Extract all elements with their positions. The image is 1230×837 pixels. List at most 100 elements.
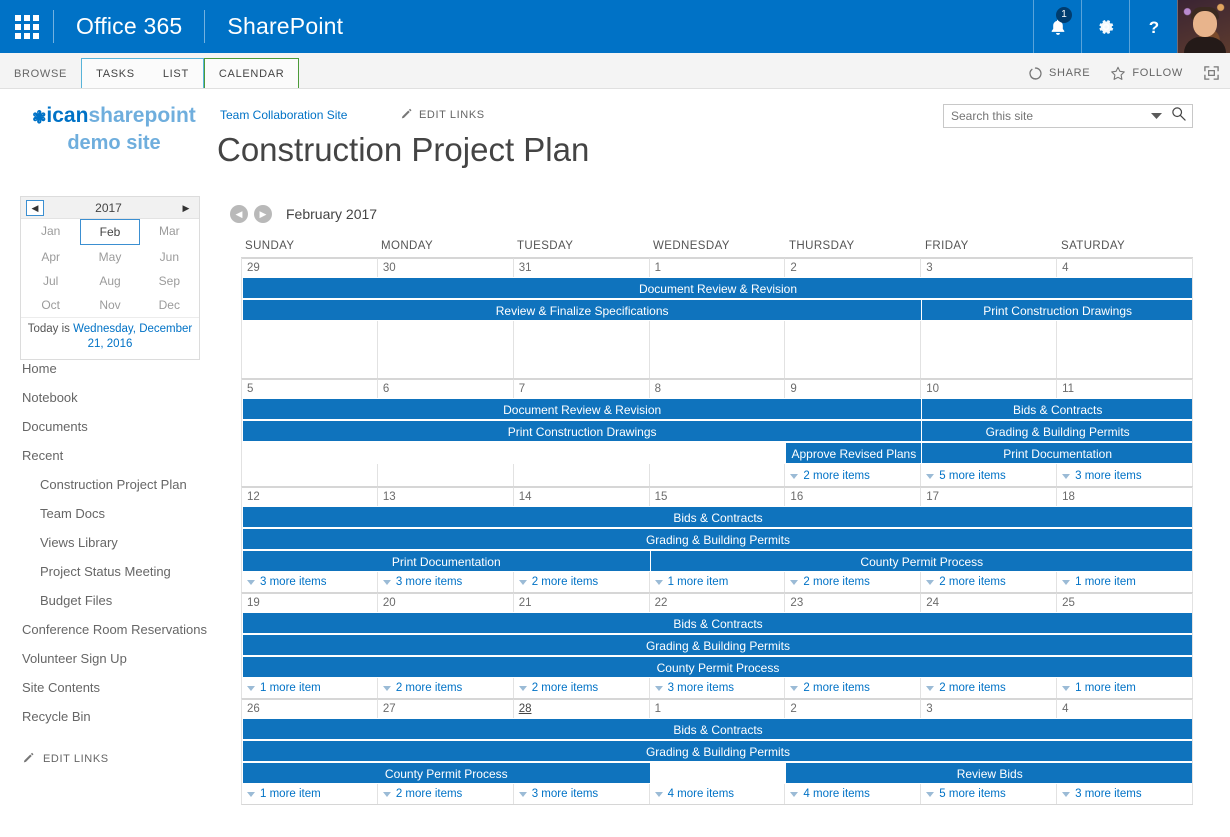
more-items-link[interactable]: 1 more item bbox=[1057, 572, 1193, 592]
ribbon-tab-browse[interactable]: BROWSE bbox=[0, 60, 81, 88]
more-items-link[interactable]: 3 more items bbox=[1057, 466, 1193, 486]
datepicker-month-dec[interactable]: Dec bbox=[140, 293, 199, 317]
sidebar-item-construction-project-plan[interactable]: Construction Project Plan bbox=[22, 471, 212, 500]
focus-on-content-button[interactable] bbox=[1193, 58, 1230, 88]
day-number-cell[interactable]: 18 bbox=[1057, 487, 1193, 506]
calendar-event-bar[interactable]: Bids & Contracts bbox=[243, 507, 1193, 527]
ribbon-tab-list[interactable]: LIST bbox=[149, 60, 203, 88]
calendar-empty-cell[interactable] bbox=[514, 321, 650, 358]
day-number-cell[interactable]: 14 bbox=[513, 487, 650, 506]
calendar-event-bar[interactable]: Review & Finalize Specifications bbox=[243, 300, 922, 320]
datepicker-month-aug[interactable]: Aug bbox=[80, 269, 139, 293]
datepicker-month-may[interactable]: May bbox=[80, 245, 139, 269]
office365-brand[interactable]: Office 365 bbox=[54, 0, 204, 53]
more-items-link[interactable]: 2 more items bbox=[921, 572, 1058, 592]
datepicker-month-jan[interactable]: Jan bbox=[21, 219, 80, 245]
sidebar-item-views-library[interactable]: Views Library bbox=[22, 529, 212, 558]
today-date-link[interactable]: Wednesday, December 21, 2016 bbox=[73, 323, 192, 350]
search-icon[interactable] bbox=[1169, 106, 1192, 126]
day-number-cell[interactable]: 1 bbox=[649, 258, 786, 277]
calendar-prev-month-button[interactable]: ◀ bbox=[230, 205, 248, 223]
sidebar-item-volunteer-sign-up[interactable]: Volunteer Sign Up bbox=[22, 645, 212, 674]
day-number-cell[interactable]: 3 bbox=[921, 258, 1058, 277]
day-number-cell[interactable]: 19 bbox=[242, 593, 378, 612]
more-items-link[interactable]: 2 more items bbox=[785, 572, 922, 592]
more-items-link[interactable]: 2 more items bbox=[514, 678, 650, 698]
day-number-cell[interactable]: 7 bbox=[513, 379, 650, 398]
day-number-cell[interactable]: 4 bbox=[1057, 699, 1193, 718]
day-number-cell[interactable]: 5 bbox=[242, 379, 378, 398]
sidebar-item-notebook[interactable]: Notebook bbox=[22, 384, 212, 413]
calendar-next-month-button[interactable]: ▶ bbox=[254, 205, 272, 223]
sidebar-item-home[interactable]: Home bbox=[22, 355, 212, 384]
datepicker-month-oct[interactable]: Oct bbox=[21, 293, 80, 317]
day-number-cell[interactable]: 16 bbox=[785, 487, 922, 506]
datepicker-month-nov[interactable]: Nov bbox=[80, 293, 139, 317]
calendar-event-bar[interactable]: Bids & Contracts bbox=[243, 719, 1193, 739]
calendar-event-bar[interactable]: Print Documentation bbox=[922, 443, 1193, 463]
day-number-cell[interactable]: 17 bbox=[921, 487, 1058, 506]
day-number-cell[interactable]: 22 bbox=[649, 593, 786, 612]
datepicker-month-sep[interactable]: Sep bbox=[140, 269, 199, 293]
more-items-link[interactable]: 1 more item bbox=[242, 784, 378, 804]
search-box[interactable] bbox=[943, 104, 1193, 128]
settings-button[interactable] bbox=[1081, 0, 1129, 53]
day-number-cell[interactable]: 26 bbox=[242, 699, 378, 718]
calendar-event-bar[interactable]: Document Review & Revision bbox=[243, 278, 1193, 298]
day-number-cell[interactable]: 15 bbox=[649, 487, 786, 506]
more-items-link[interactable]: 2 more items bbox=[378, 784, 514, 804]
day-number-cell[interactable]: 25 bbox=[1057, 593, 1193, 612]
calendar-event-bar[interactable]: Approve Revised Plans bbox=[786, 443, 922, 463]
datepicker-month-mar[interactable]: Mar bbox=[140, 219, 199, 245]
sidebar-item-project-status-meeting[interactable]: Project Status Meeting bbox=[22, 558, 212, 587]
calendar-event-bar[interactable]: Bids & Contracts bbox=[922, 399, 1193, 419]
day-number-cell[interactable]: 27 bbox=[377, 699, 514, 718]
more-items-link[interactable]: 2 more items bbox=[514, 572, 650, 592]
search-input[interactable] bbox=[944, 105, 1144, 127]
site-logo[interactable]: ❃icansharepoint demo site bbox=[14, 104, 214, 156]
sharepoint-app-name[interactable]: SharePoint bbox=[205, 0, 365, 53]
sidebar-item-recent[interactable]: Recent bbox=[22, 442, 212, 471]
day-number-cell[interactable]: 6 bbox=[377, 379, 514, 398]
app-launcher-icon[interactable] bbox=[0, 0, 53, 53]
more-items-link[interactable]: 4 more items bbox=[650, 784, 786, 804]
breadcrumb[interactable]: Team Collaboration Site bbox=[220, 108, 347, 122]
day-number-cell[interactable]: 2 bbox=[785, 699, 922, 718]
calendar-empty-cell[interactable] bbox=[650, 321, 786, 358]
calendar-event-bar[interactable]: Print Construction Drawings bbox=[922, 300, 1193, 320]
sidebar-item-budget-files[interactable]: Budget Files bbox=[22, 587, 212, 616]
sidebar-item-recycle-bin[interactable]: Recycle Bin bbox=[22, 703, 212, 732]
day-number-cell[interactable]: 13 bbox=[377, 487, 514, 506]
day-number-cell[interactable]: 21 bbox=[513, 593, 650, 612]
sidebar-item-conference-room-reservations[interactable]: Conference Room Reservations bbox=[22, 616, 212, 645]
calendar-event-bar[interactable]: County Permit Process bbox=[650, 551, 1193, 571]
calendar-event-bar[interactable]: Bids & Contracts bbox=[243, 613, 1193, 633]
calendar-event-bar[interactable]: Grading & Building Permits bbox=[243, 529, 1193, 549]
day-number-cell[interactable]: 3 bbox=[921, 699, 1058, 718]
calendar-event-bar[interactable]: Print Documentation bbox=[243, 551, 650, 571]
datepicker-month-feb[interactable]: Feb bbox=[80, 219, 140, 245]
sidebar-item-site-contents[interactable]: Site Contents bbox=[22, 674, 212, 703]
more-items-link[interactable]: 3 more items bbox=[514, 784, 650, 804]
help-button[interactable]: ? bbox=[1129, 0, 1177, 53]
day-number-cell[interactable]: 29 bbox=[242, 258, 378, 277]
more-items-link[interactable]: 5 more items bbox=[921, 784, 1058, 804]
day-number-cell[interactable]: 4 bbox=[1057, 258, 1193, 277]
calendar-event-bar[interactable]: Print Construction Drawings bbox=[243, 421, 922, 441]
day-number-cell[interactable]: 12 bbox=[242, 487, 378, 506]
share-button[interactable]: SHARE bbox=[1018, 58, 1100, 88]
more-items-link[interactable]: 2 more items bbox=[785, 678, 922, 698]
datepicker-month-apr[interactable]: Apr bbox=[21, 245, 80, 269]
more-items-link[interactable]: 3 more items bbox=[242, 572, 378, 592]
day-number-cell[interactable]: 28 bbox=[513, 699, 650, 718]
datepicker-prev-year-button[interactable]: ◀ bbox=[26, 199, 44, 216]
user-avatar[interactable] bbox=[1177, 0, 1230, 53]
sidebar-item-documents[interactable]: Documents bbox=[22, 413, 212, 442]
calendar-event-bar[interactable]: Document Review & Revision bbox=[243, 399, 922, 419]
more-items-link[interactable]: 4 more items bbox=[785, 784, 922, 804]
ribbon-tab-tasks[interactable]: TASKS bbox=[82, 60, 149, 88]
more-items-link[interactable]: 2 more items bbox=[921, 678, 1058, 698]
calendar-event-bar[interactable]: Review Bids bbox=[786, 763, 1193, 783]
calendar-event-bar[interactable]: County Permit Process bbox=[243, 657, 1193, 677]
day-number-cell[interactable]: 1 bbox=[649, 699, 786, 718]
